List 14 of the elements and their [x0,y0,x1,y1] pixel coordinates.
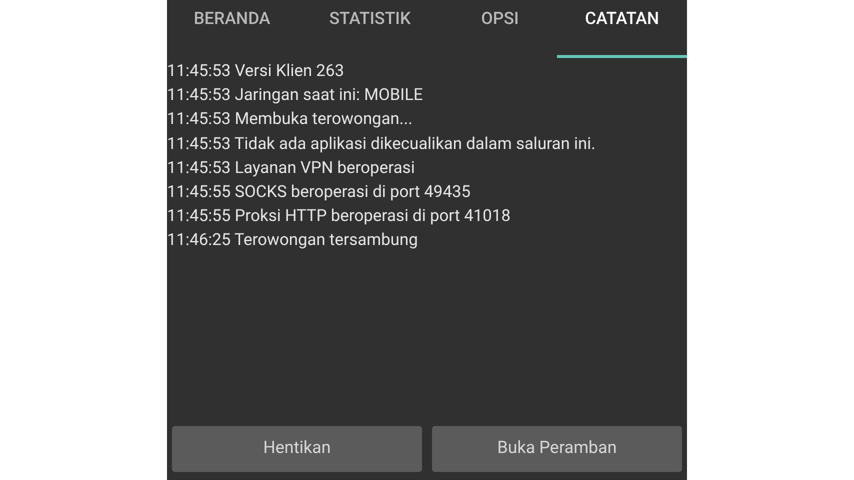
tab[interactable]: BERANDA [167,0,297,58]
log-line: 11:46:25 Terowongan tersambung [167,230,419,252]
log-line: 11:45:53 Tidak ada aplikasi dikecualikan dalam saluran ini. [167,134,596,156]
action-button[interactable]: Hentikan [172,426,422,472]
action-button[interactable]: Buka Peramban [432,426,682,472]
tab[interactable]: STATISTIK [297,0,443,58]
tab[interactable]: OPSI [443,0,557,58]
log-line: 11:45:53 Jaringan saat ini: MOBILE [167,85,424,108]
log-line: 11:45:53 Layanan VPN beroperasi [167,158,416,180]
tab[interactable]: CATATAN [557,0,687,58]
log-line: 11:45:55 Proksi HTTP beroperasi di port 41018 [167,206,512,228]
log-line: 11:45:53 Membuka terowongan... [167,109,414,132]
log-line: 11:45:53 Versi Klien 263 [167,61,345,83]
log-line: 11:45:55 SOCKS beroperasi di port 49435 [167,182,472,204]
